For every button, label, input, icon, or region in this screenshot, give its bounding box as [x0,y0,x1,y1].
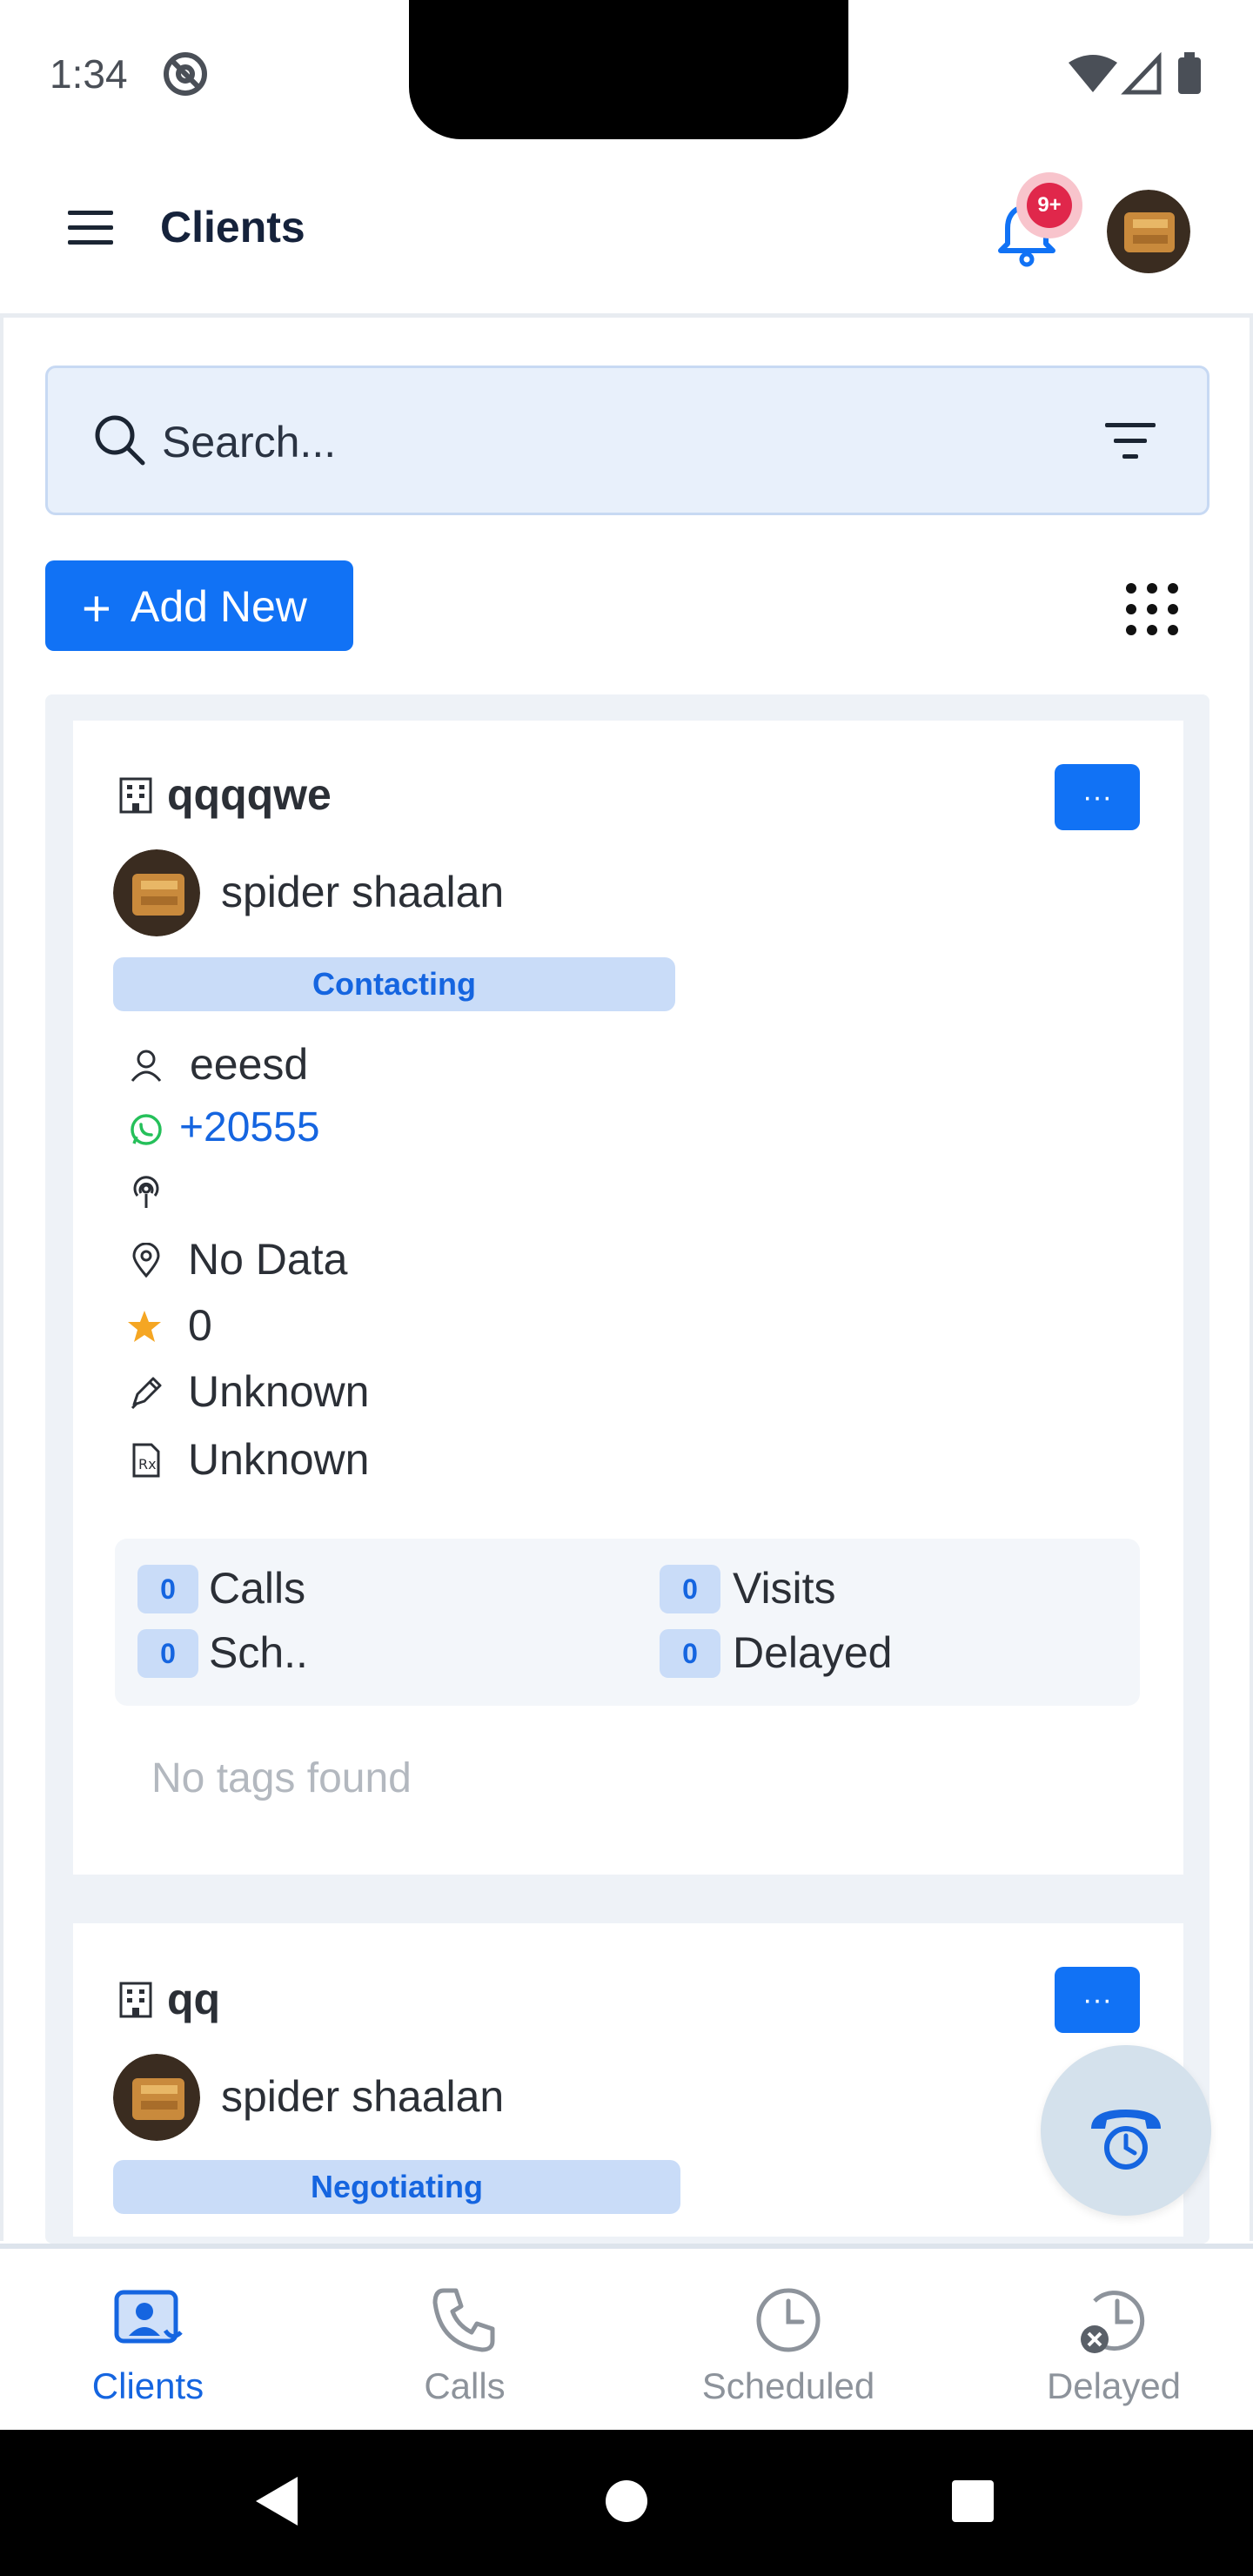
user-avatar[interactable] [1107,190,1190,273]
home-icon[interactable] [604,2479,649,2524]
avatar-image [113,2054,200,2141]
status-badge: Contacting [113,957,675,1011]
calls-count: 0 [137,1565,198,1613]
more-options-button[interactable]: ··· [1055,764,1140,830]
star-icon [128,1311,161,1342]
owner-name: spider shaalan [221,868,505,916]
recents-icon[interactable] [950,2479,995,2524]
scheduled-label: Sch.. [209,1628,308,1677]
prescription-icon: Rx [132,1443,160,1478]
phone-clock-icon [1091,2110,1161,2170]
at-sign-icon [164,52,207,96]
delayed-clock-icon [1081,2291,1145,2353]
back-icon[interactable] [252,2473,301,2529]
calls-label: Calls [209,1564,306,1613]
search-input[interactable] [162,414,945,470]
no-tags-text: No tags found [151,1755,412,1801]
building-icon [119,777,152,814]
visits-count: 0 [660,1565,720,1613]
building-icon [119,1982,152,2018]
nav-label: Delayed [1046,2365,1182,2406]
nav-label: Calls [424,2365,506,2406]
person-icon [131,1050,162,1082]
status-time: 1:34 [50,51,128,97]
nav-label: Scheduled [701,2365,875,2406]
nav-calls[interactable]: Calls [317,2249,613,2423]
podcast-icon [133,1176,159,1208]
field-unknown-1: Unknown [188,1367,370,1416]
contact-name: eeesd [190,1040,309,1089]
camera-notch [409,0,848,139]
add-new-plus: + [82,580,111,637]
delayed-count: 0 [660,1629,720,1678]
add-new-label: Add New [131,582,307,631]
phone-link[interactable]: +20555 [179,1104,320,1151]
status-badge: Negotiating [113,2160,680,2214]
notification-badge: 9+ [1027,183,1072,228]
client-title[interactable]: qqqqwe [167,769,332,820]
nav-clients[interactable]: Clients [0,2249,296,2423]
wifi-signal-battery-icon [1069,52,1201,95]
avatar-image [113,849,200,936]
search-icon [95,415,145,466]
delayed-label: Delayed [733,1628,893,1677]
phone-icon [432,2288,495,2352]
client-title[interactable]: qq [167,1974,220,2024]
clients-icon [114,2290,183,2344]
page-title: Clients [160,203,305,252]
system-nav-bar [0,2430,1253,2576]
more-options-button[interactable]: ··· [1055,1967,1140,2033]
owner-avatar [113,2054,200,2141]
owner-avatar [113,849,200,936]
grid-view-icon[interactable] [1124,581,1180,637]
scheduled-count: 0 [137,1629,198,1678]
rating-value: 0 [188,1301,212,1350]
owner-name: spider shaalan [221,2072,505,2121]
nav-delayed[interactable]: Delayed [966,2249,1253,2423]
location-text: No Data [188,1235,348,1284]
filter-icon[interactable] [1103,418,1157,465]
nav-scheduled[interactable]: Scheduled [640,2249,936,2423]
location-pin-icon [132,1243,160,1278]
nav-label: Clients [91,2365,204,2406]
field-unknown-2: Unknown [188,1435,370,1484]
clock-icon [756,2288,821,2352]
pen-icon [131,1377,162,1410]
svg-text:Rx: Rx [138,1456,157,1472]
avatar-image [1107,190,1190,273]
whatsapp-icon[interactable] [129,1112,164,1147]
hamburger-menu-icon[interactable] [68,209,113,247]
visits-label: Visits [733,1564,836,1613]
scheduled-call-fab[interactable] [1041,2045,1211,2216]
